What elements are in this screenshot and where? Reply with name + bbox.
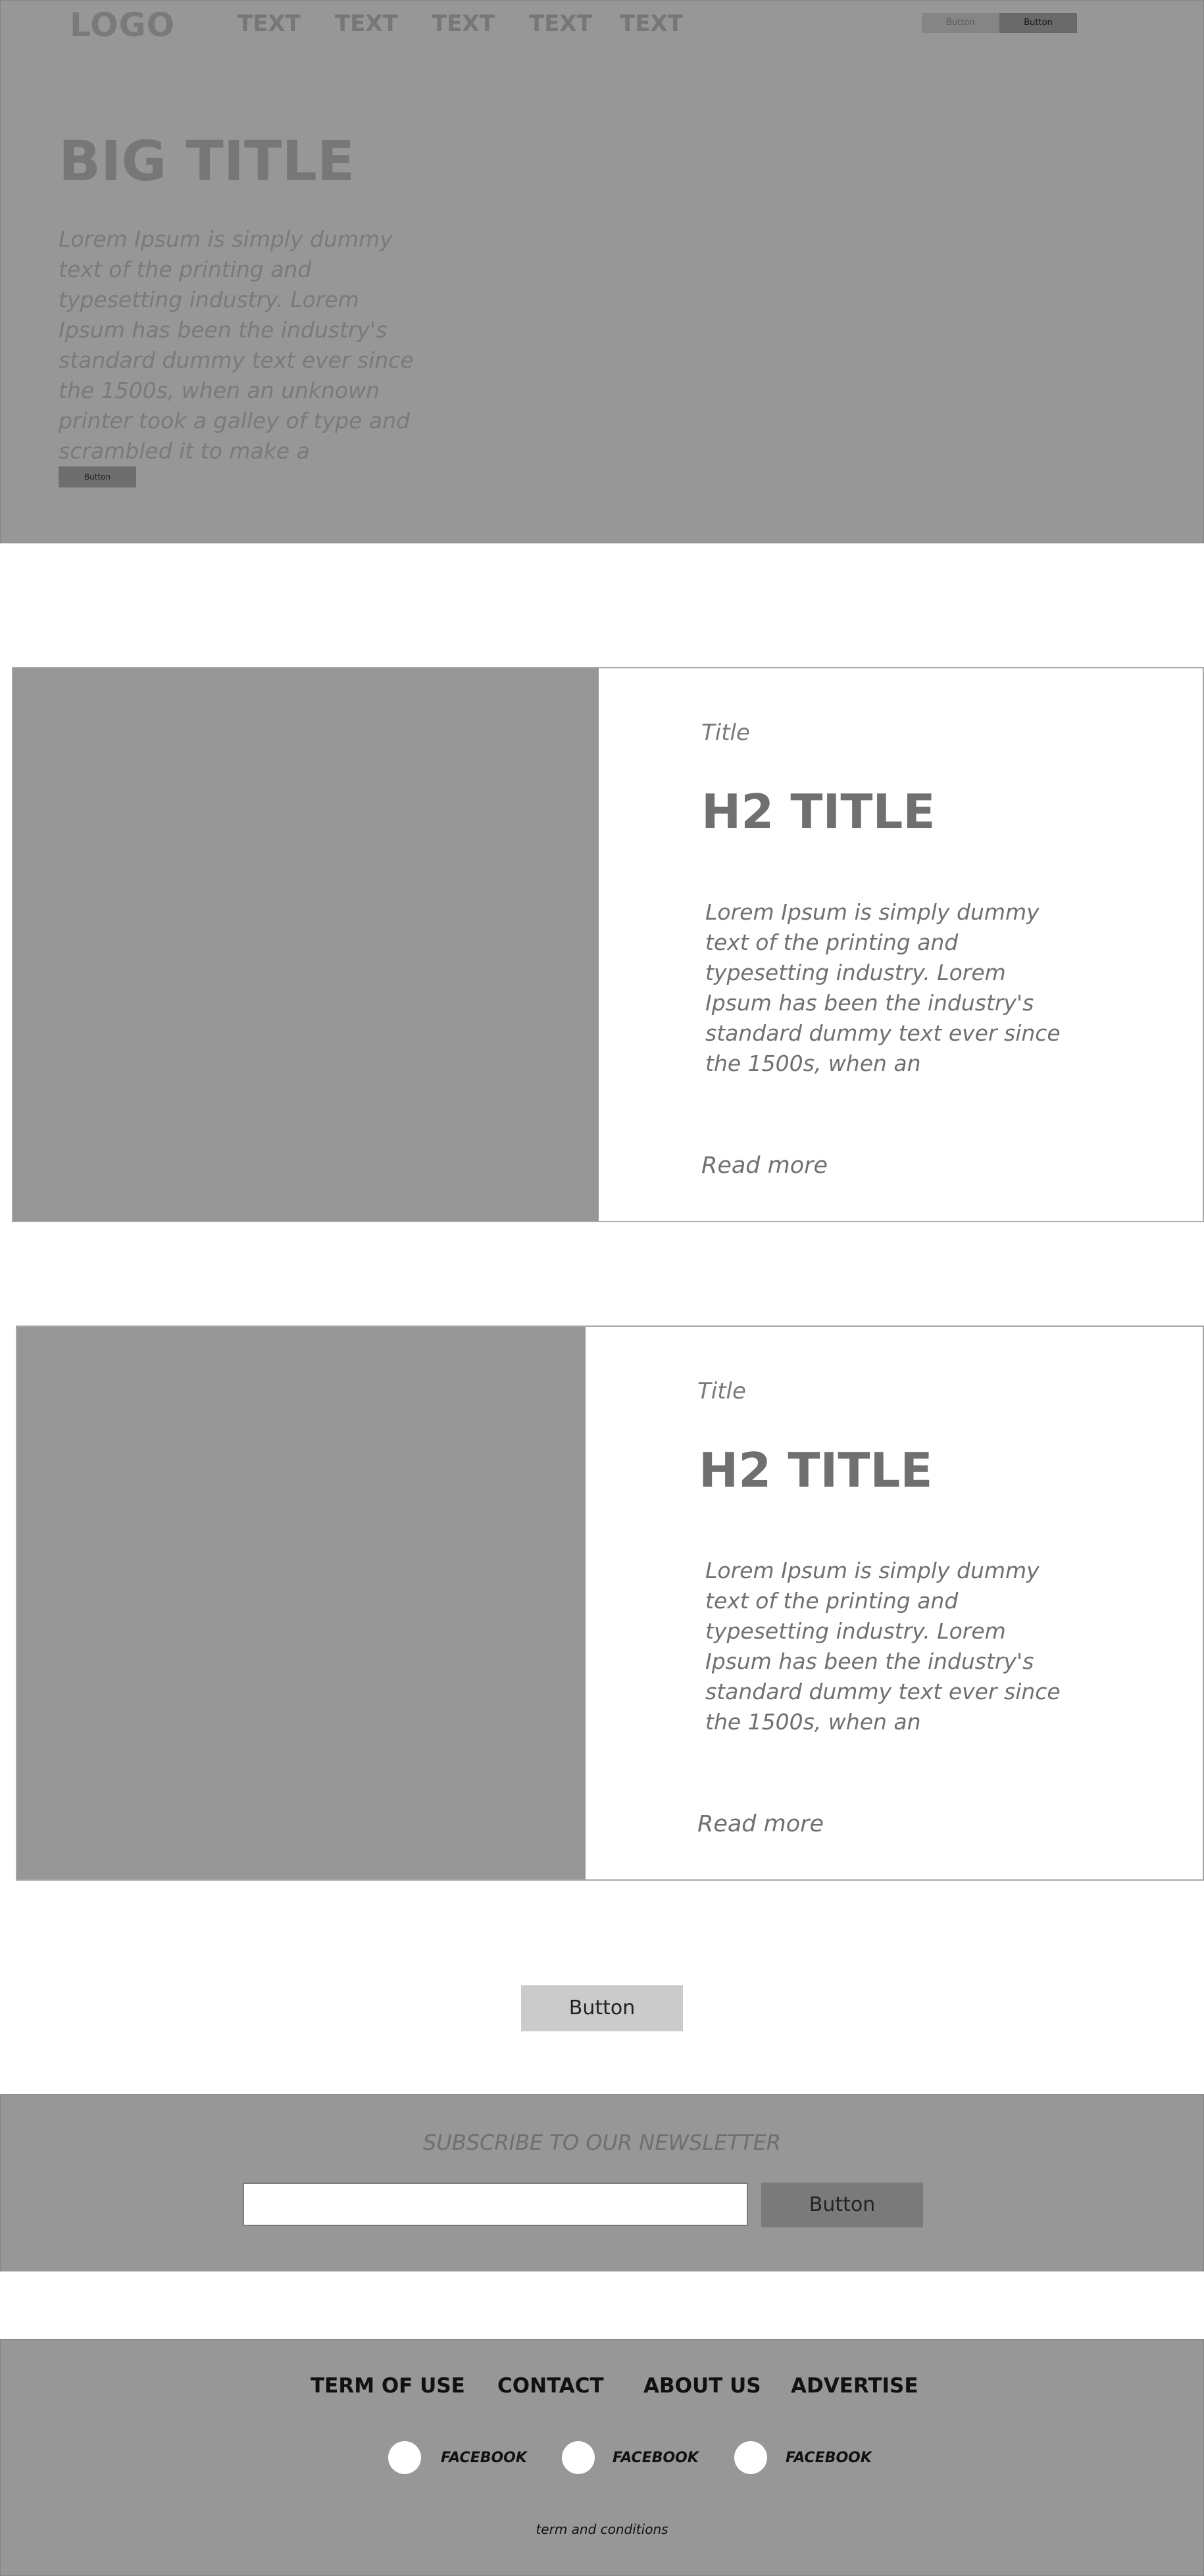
facebook-icon[interactable] [562,2441,595,2474]
feature-card-1: Title H2 TITLE Lorem Ipsum is simply dum… [12,667,1204,1222]
card-text: Lorem Ipsum is simply dummy text of the … [705,899,1061,1076]
footer: TERM OF USE CONTACT ABOUT US ADVERTISE F… [0,2339,1204,2576]
facebook-icon[interactable] [388,2441,421,2474]
load-more-button[interactable]: Button [521,1985,683,2031]
footer-link-terms[interactable]: TERM OF USE [311,2374,465,2398]
card-image-placeholder [17,1327,586,1879]
card-text: Lorem Ipsum is simply dummy text of the … [705,1558,1061,1735]
hero-button[interactable]: Button [59,466,136,487]
nav-item-2[interactable]: TEXT [335,11,398,37]
header-button-1[interactable]: Button [922,13,999,33]
nav-item-4[interactable]: TEXT [529,11,592,37]
subscribe-button[interactable]: Button [761,2183,923,2227]
card-subtitle: Title [697,1378,746,1404]
newsletter-section: SUBSCRIBE TO OUR NEWSLETTER Button [0,2094,1204,2271]
read-more-link[interactable]: Read more [697,1811,824,1837]
hero-section: LOGO TEXT TEXT TEXT TEXT TEXT Button But… [0,0,1204,543]
logo[interactable]: LOGO [70,6,175,44]
hero-title: BIG TITLE [59,129,355,193]
nav-item-3[interactable]: TEXT [432,11,495,37]
read-more-link[interactable]: Read more [701,1152,828,1179]
footer-link-contact[interactable]: CONTACT [497,2374,604,2398]
nav-item-1[interactable]: TEXT [238,11,301,37]
header-button-2[interactable]: Button [999,13,1077,33]
hero-text: Lorem Ipsum is simply dummy text of the … [59,226,414,464]
terms-link[interactable]: term and conditions [1,2521,1203,2537]
card-title: H2 TITLE [699,1443,933,1498]
nav-item-5[interactable]: TEXT [620,11,683,37]
footer-link-advertise[interactable]: ADVERTISE [791,2374,918,2398]
social-label[interactable]: FACEBOOK [613,2450,699,2466]
newsletter-title: SUBSCRIBE TO OUR NEWSLETTER [423,2130,781,2155]
social-label[interactable]: FACEBOOK [441,2450,527,2466]
feature-card-2: Title H2 TITLE Lorem Ipsum is simply dum… [16,1325,1204,1881]
social-label[interactable]: FACEBOOK [786,2450,872,2466]
card-subtitle: Title [701,720,750,746]
newsletter-email-input[interactable] [243,2183,748,2226]
facebook-icon[interactable] [734,2441,767,2474]
card-image-placeholder [13,668,599,1221]
footer-link-about[interactable]: ABOUT US [643,2374,761,2398]
card-title: H2 TITLE [701,784,936,839]
